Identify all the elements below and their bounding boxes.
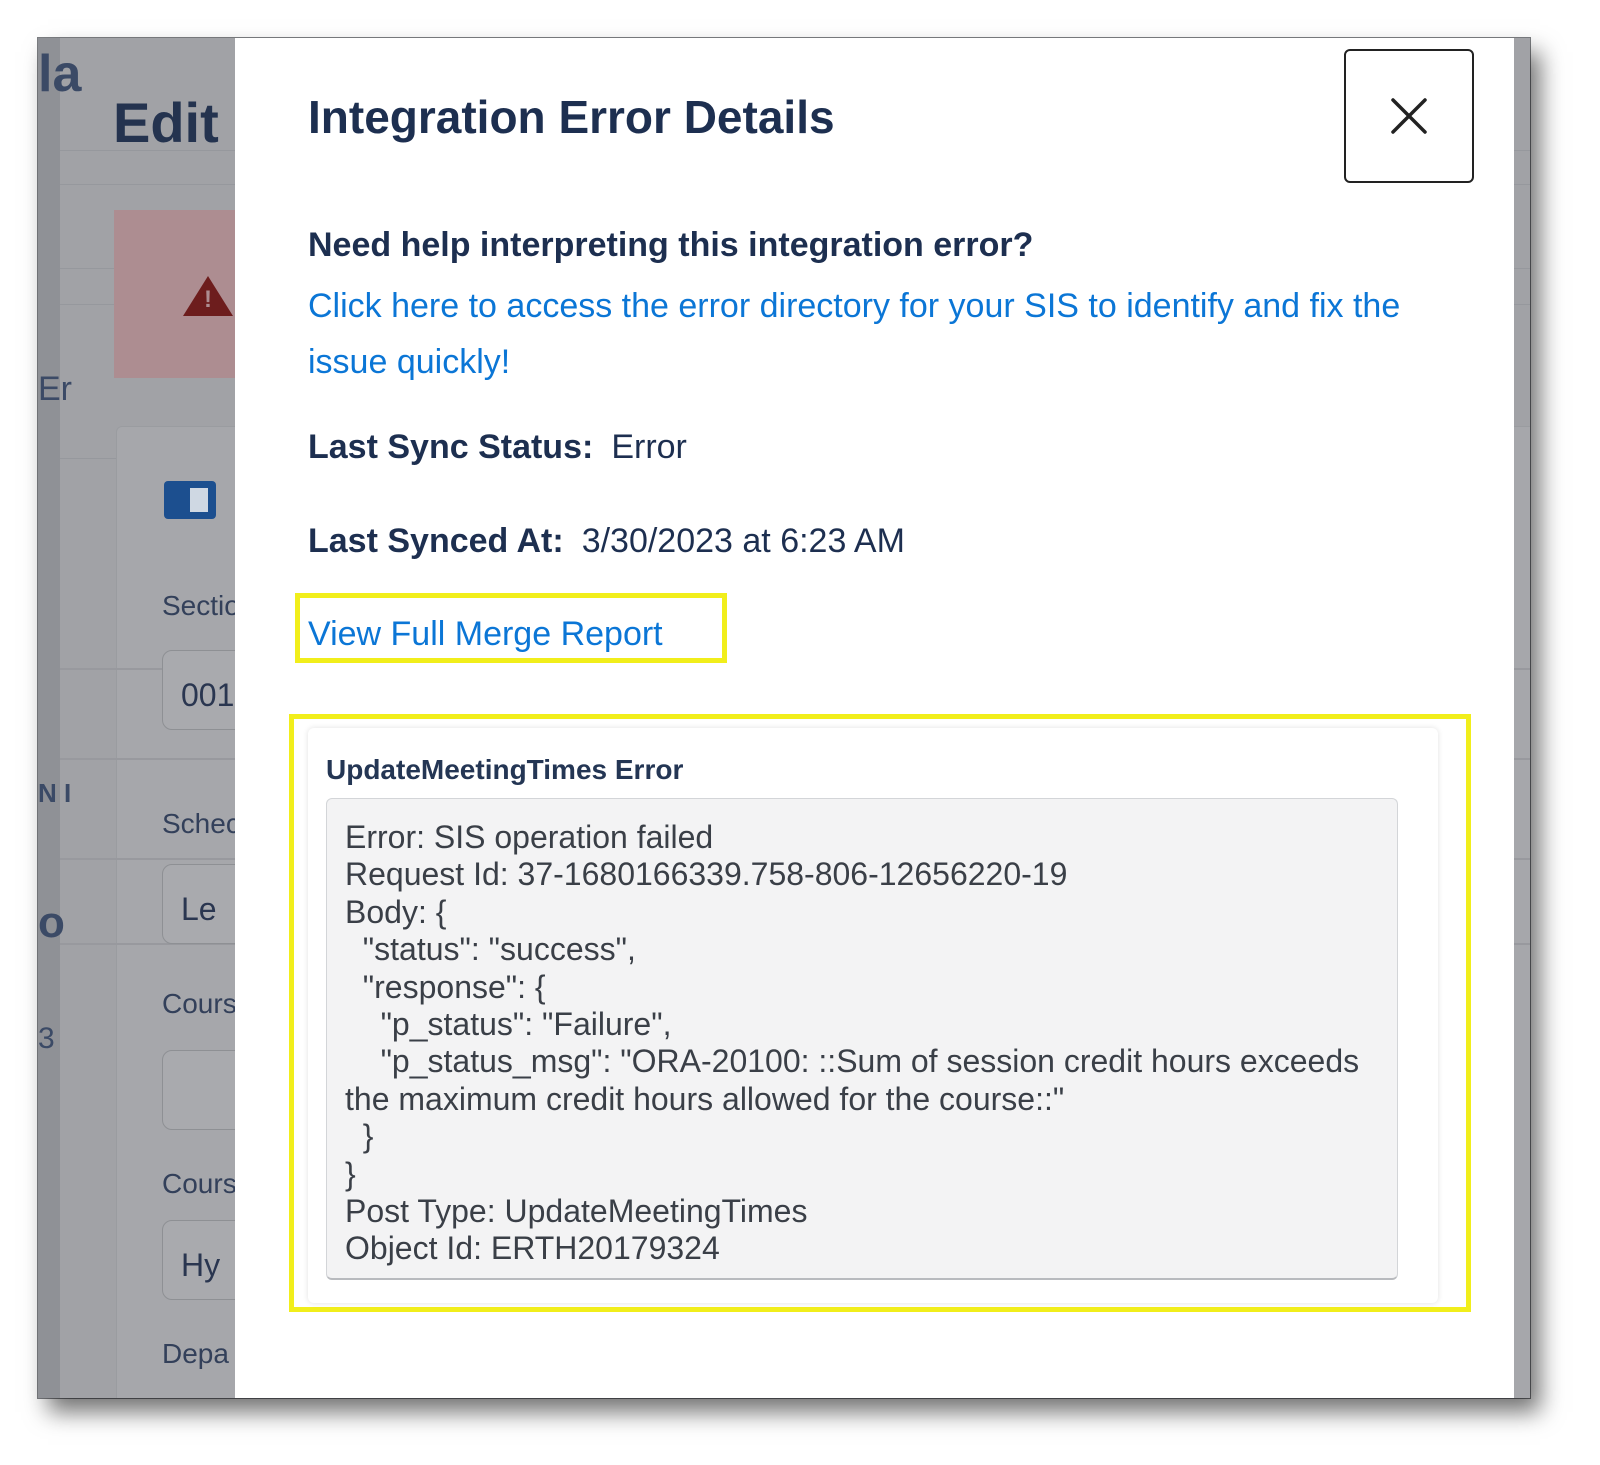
background-field-label: Schec [162,808,240,839]
close-button[interactable] [1344,49,1474,183]
last-sync-status-value: Error [611,428,687,466]
modal-title: Integration Error Details [308,91,835,143]
background-field-label: Cours [162,1168,237,1199]
last-sync-status-label: Last Sync Status: [308,428,594,466]
background-strip-text: Er [38,370,72,408]
background-field-label: Sectio [162,590,240,621]
background-left-strip [38,38,60,1398]
error-card: UpdateMeetingTimes Error Error: SIS oper… [308,728,1438,1303]
last-synced-at-value: 3/30/2023 at 6:23 AM [581,522,905,560]
background-strip-text: la [38,45,82,103]
background-strip-text: o [38,898,65,947]
warning-icon: ! [183,276,233,316]
background-page-title: Edit [113,91,219,154]
last-synced-at-row: Last Synced At: 3/30/2023 at 6:23 AM [308,522,905,561]
help-question: Need help interpreting this integration … [308,226,1034,264]
error-details-text: Error: SIS operation failed Request Id: … [326,798,1398,1280]
integration-error-modal: Integration Error Details Need help inte… [235,38,1514,1398]
background-strip-text: 3 [38,1022,55,1055]
error-directory-link[interactable]: Click here to access the error directory… [308,278,1448,390]
last-sync-status-row: Last Sync Status: Error [308,428,687,467]
background-strip-text: N I [38,778,72,808]
book-icon [164,481,216,519]
screenshot-frame: la Er N I o 3 Edit ! Sectio 001 Schec Le… [38,38,1530,1398]
close-icon [1391,98,1427,134]
error-card-title: UpdateMeetingTimes Error [326,754,684,785]
last-synced-at-label: Last Synced At: [308,522,564,560]
background-field-label: Cours [162,988,237,1019]
background-field-label: Depa [162,1338,229,1369]
view-full-merge-report-link[interactable]: View Full Merge Report [308,615,663,654]
